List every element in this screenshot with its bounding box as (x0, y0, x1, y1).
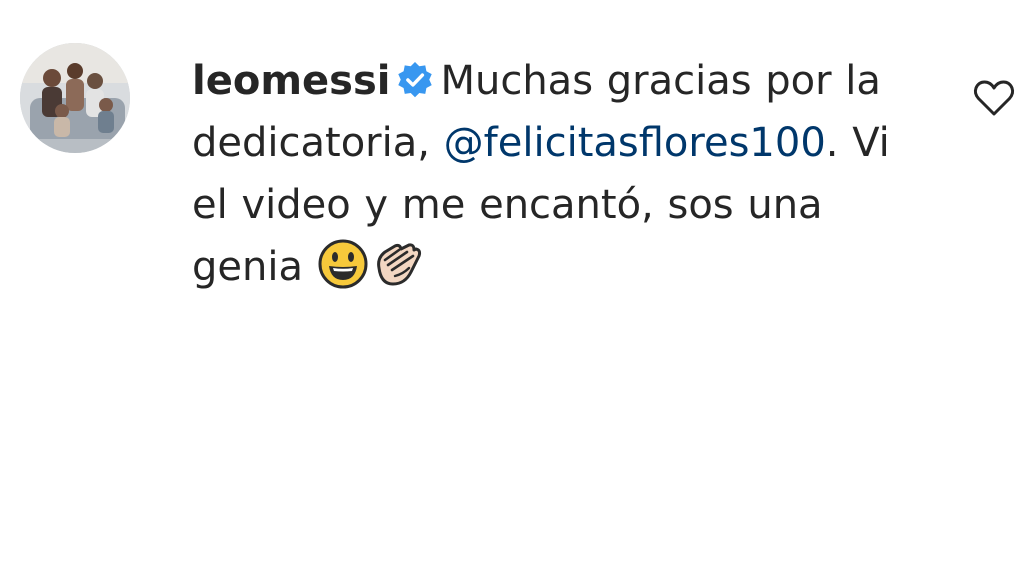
comment-body: leomessi Muchas gracias por la dedicator… (192, 50, 932, 298)
clapping-hands-emoji (371, 238, 423, 290)
mention-link[interactable]: @felicitasflores100 (444, 120, 826, 166)
verified-badge-icon (396, 55, 434, 98)
username[interactable]: leomessi (192, 58, 390, 104)
smiling-face-emoji (317, 238, 369, 290)
comment-row: leomessi Muchas gracias por la dedicator… (0, 0, 1024, 576)
avatar[interactable] (20, 43, 130, 153)
heart-outline-icon[interactable] (972, 78, 1016, 118)
avatar-photo (20, 43, 130, 153)
